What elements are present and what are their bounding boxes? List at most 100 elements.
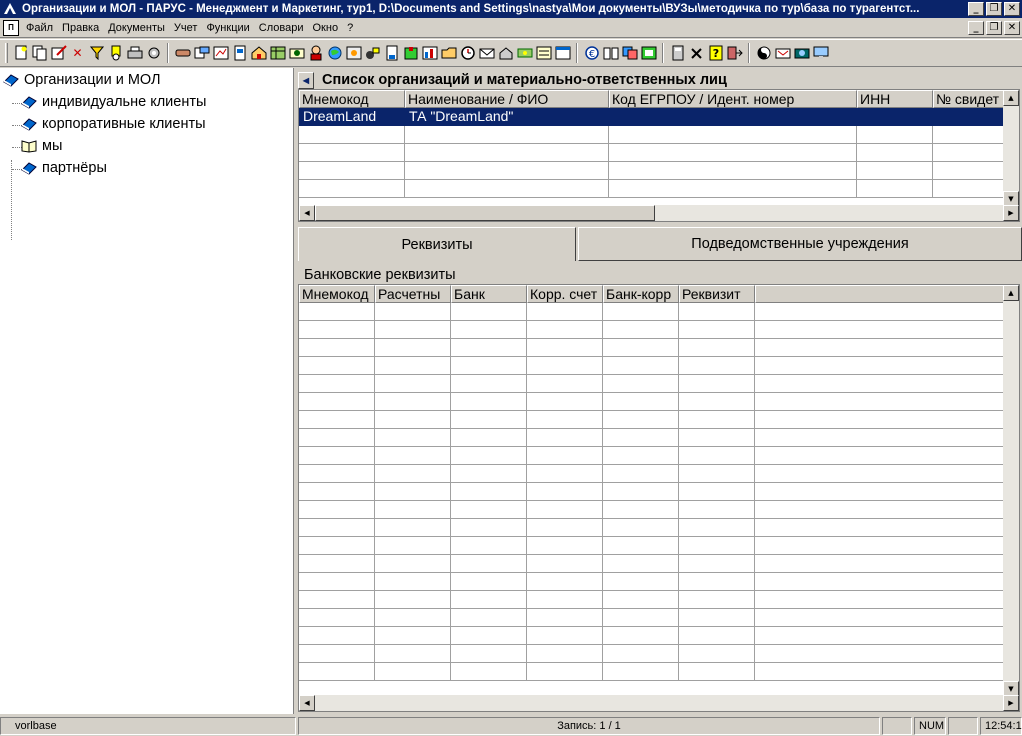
- calc-icon[interactable]: [382, 43, 401, 63]
- euro-icon[interactable]: €: [582, 43, 601, 63]
- settings-icon[interactable]: [144, 43, 163, 63]
- table-row[interactable]: [299, 162, 1005, 180]
- toolbar-grip[interactable]: [5, 43, 8, 63]
- report-icon[interactable]: [211, 43, 230, 63]
- mail-icon[interactable]: [477, 43, 496, 63]
- table-row[interactable]: [299, 627, 1005, 645]
- scroll-right-button[interactable]: ▶: [1003, 695, 1019, 711]
- money-icon[interactable]: [515, 43, 534, 63]
- doc-minimize-button[interactable]: _: [968, 20, 984, 35]
- bank-grid-hscroll[interactable]: ◀ ▶: [299, 695, 1019, 711]
- app-icon[interactable]: [2, 1, 18, 17]
- table-row[interactable]: [299, 144, 1005, 162]
- column-header[interactable]: Реквизит: [679, 285, 755, 303]
- delete-icon[interactable]: ✕: [68, 43, 87, 63]
- table-row[interactable]: [299, 321, 1005, 339]
- menu-file[interactable]: Файл: [23, 22, 59, 34]
- collapse-arrow-button[interactable]: ◀: [298, 71, 314, 89]
- tree-item-corporate-clients[interactable]: корпоративные клиенты: [20, 116, 206, 132]
- print-icon[interactable]: [125, 43, 144, 63]
- table-row[interactable]: [299, 663, 1005, 681]
- house-icon[interactable]: [496, 43, 515, 63]
- find-icon[interactable]: [106, 43, 125, 63]
- column-header[interactable]: Код ЕГРПОУ / Идент. номер: [609, 90, 857, 108]
- scroll-up-button[interactable]: ▲: [1003, 90, 1019, 106]
- tab-subordinate[interactable]: Подведомственные учреждения: [578, 227, 1022, 261]
- menu-functions[interactable]: Функции: [203, 22, 255, 34]
- stamp-icon[interactable]: [287, 43, 306, 63]
- table-row[interactable]: [299, 591, 1005, 609]
- column-header[interactable]: Банк-корр: [603, 285, 679, 303]
- home-icon[interactable]: [249, 43, 268, 63]
- table-row[interactable]: [299, 393, 1005, 411]
- table-row[interactable]: [299, 537, 1005, 555]
- book-icon[interactable]: [601, 43, 620, 63]
- tree-item-partners[interactable]: партнёры: [20, 160, 107, 176]
- bank-requisites-grid[interactable]: Мнемокод Расчетны Банк Корр. счет Банк-к…: [298, 284, 1020, 712]
- table-row[interactable]: [299, 303, 1005, 321]
- chart-icon[interactable]: [420, 43, 439, 63]
- organizations-grid[interactable]: Мнемокод Наименование / ФИО Код ЕГРПОУ /…: [298, 89, 1020, 222]
- table-icon[interactable]: [268, 43, 287, 63]
- menu-accounting[interactable]: Учет: [171, 22, 204, 34]
- table-row[interactable]: [299, 447, 1005, 465]
- table-row[interactable]: [299, 501, 1005, 519]
- globe-icon[interactable]: [325, 43, 344, 63]
- exit-icon[interactable]: [725, 43, 744, 63]
- tab-requisites[interactable]: Реквизиты: [298, 227, 576, 261]
- menu-help[interactable]: ?: [344, 22, 359, 34]
- document-window-icon[interactable]: П: [3, 19, 19, 36]
- building-icon[interactable]: [401, 43, 420, 63]
- scroll-up-button[interactable]: ▲: [1003, 285, 1019, 301]
- document-icon[interactable]: [230, 43, 249, 63]
- hammer-icon[interactable]: [687, 43, 706, 63]
- close-button[interactable]: ✕: [1004, 2, 1020, 16]
- column-header[interactable]: Мнемокод: [299, 285, 375, 303]
- table-row[interactable]: [299, 411, 1005, 429]
- person-icon[interactable]: [306, 43, 325, 63]
- menu-documents[interactable]: Документы: [105, 22, 171, 34]
- top-grid-vscroll[interactable]: ▲ ▼: [1003, 90, 1019, 207]
- map-icon[interactable]: [344, 43, 363, 63]
- table-row[interactable]: [299, 465, 1005, 483]
- table-row[interactable]: [299, 645, 1005, 663]
- column-header[interactable]: Расчетны: [375, 285, 451, 303]
- grid-icon[interactable]: [553, 43, 572, 63]
- tree-root[interactable]: Организации и МОЛ: [2, 72, 161, 88]
- menu-edit[interactable]: Правка: [59, 22, 105, 34]
- column-header[interactable]: Мнемокод: [299, 90, 405, 108]
- monitor-icon[interactable]: [811, 43, 830, 63]
- table-row[interactable]: [299, 483, 1005, 501]
- table-row[interactable]: [299, 339, 1005, 357]
- restore-button[interactable]: ❐: [986, 2, 1002, 16]
- column-header[interactable]: Банк: [451, 285, 527, 303]
- table-row[interactable]: [299, 519, 1005, 537]
- menu-dictionaries[interactable]: Словари: [256, 22, 310, 34]
- camera-icon[interactable]: [792, 43, 811, 63]
- table-row[interactable]: [299, 573, 1005, 591]
- folder-icon[interactable]: [439, 43, 458, 63]
- table-row[interactable]: [299, 555, 1005, 573]
- table-row[interactable]: [299, 357, 1005, 375]
- copy-icon[interactable]: [30, 43, 49, 63]
- flag-icon[interactable]: [773, 43, 792, 63]
- plan-icon[interactable]: [639, 43, 658, 63]
- doc-restore-button[interactable]: ❐: [986, 20, 1002, 35]
- new-icon[interactable]: [11, 43, 30, 63]
- cards-icon[interactable]: [620, 43, 639, 63]
- clock-icon[interactable]: [458, 43, 477, 63]
- organizations-tree[interactable]: Организации и МОЛ индивидуальне клиенты …: [0, 68, 294, 714]
- column-header[interactable]: Наименование / ФИО: [405, 90, 609, 108]
- menu-window[interactable]: Окно: [310, 22, 345, 34]
- column-header[interactable]: Корр. счет: [527, 285, 603, 303]
- scroll-left-button[interactable]: ◀: [299, 205, 315, 221]
- scroll-thumb[interactable]: [315, 205, 655, 221]
- tools-icon[interactable]: [363, 43, 382, 63]
- scroll-right-button[interactable]: ▶: [1003, 205, 1019, 221]
- handshake-icon[interactable]: [173, 43, 192, 63]
- calculator-icon[interactable]: [668, 43, 687, 63]
- yinyang-icon[interactable]: [754, 43, 773, 63]
- minimize-button[interactable]: _: [968, 2, 984, 16]
- doc-close-button[interactable]: ✕: [1004, 20, 1020, 35]
- list-icon[interactable]: [534, 43, 553, 63]
